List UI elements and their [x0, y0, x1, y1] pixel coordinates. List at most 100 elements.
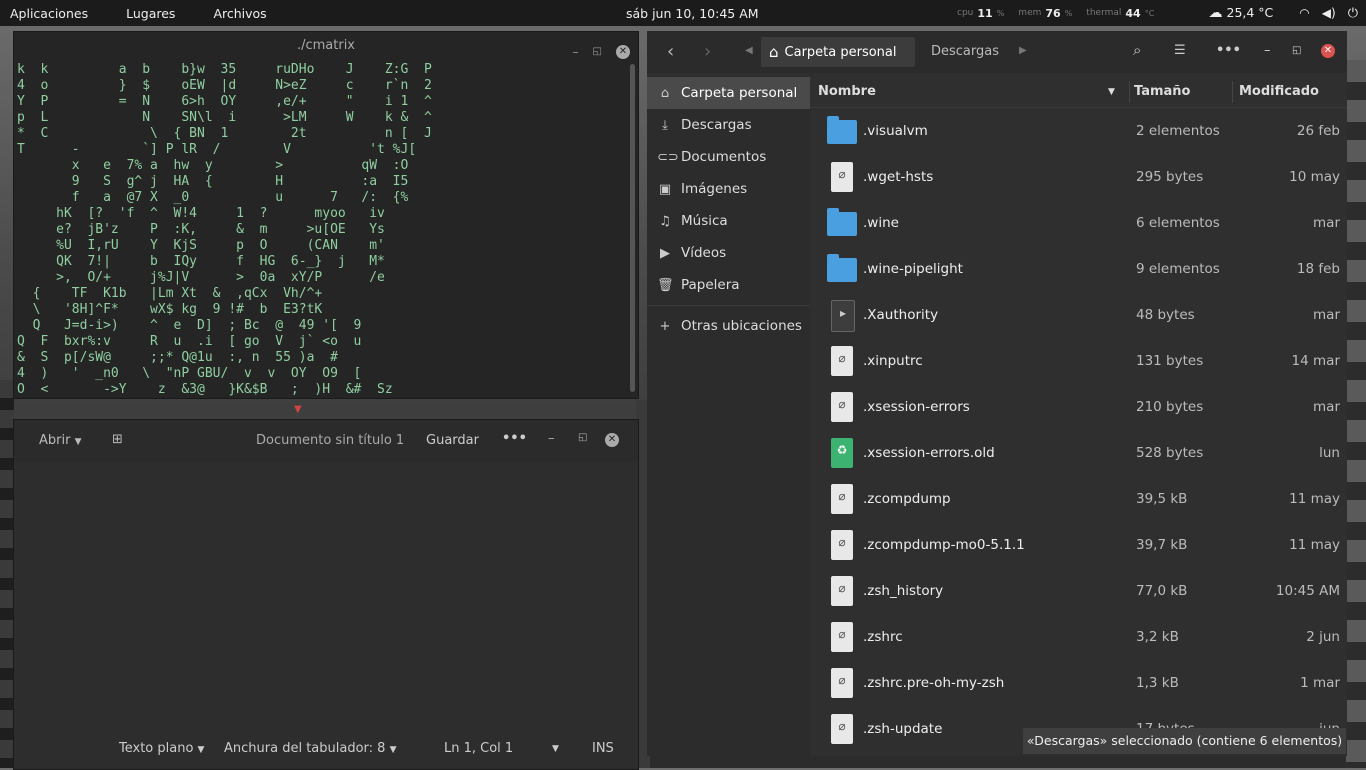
sidebar-item-home[interactable]: ⌂ Carpeta personal [647, 77, 810, 109]
close-button[interactable]: ✕ [616, 45, 630, 59]
file-modified: 10:45 AM [1275, 583, 1340, 599]
file-size: 9 elementos [1136, 261, 1220, 277]
close-button[interactable]: ✕ [605, 433, 619, 447]
forward-button[interactable]: › [704, 41, 711, 62]
tab-width-label: Anchura del tabulador: 8 [224, 741, 386, 756]
column-divider[interactable] [1232, 81, 1233, 103]
breadcrumb-home[interactable]: ⌂ Carpeta personal [761, 37, 915, 67]
pictures-icon: ▣ [658, 181, 672, 197]
terminal-window[interactable]: ./cmatrix – ◱ ✕ k k a b b}w 35 ruDHo J Z… [13, 31, 639, 399]
file-row[interactable]: ▸ .Xauthority 48 bytes mar [811, 292, 1347, 338]
open-button[interactable]: Abrir ▼ [39, 433, 82, 448]
file-modified: 11 may [1289, 537, 1340, 553]
triangle-left-icon[interactable]: ◀ [745, 45, 753, 56]
text-file-icon: ⌀ [831, 714, 853, 744]
file-row[interactable]: ⌀ .zshrc 3,2 kB 2 jun [811, 614, 1347, 660]
status-overlay: «Descargas» seleccionado (contiene 6 ele… [1023, 728, 1346, 754]
file-modified: lun [1319, 445, 1340, 461]
menu-dots-icon[interactable]: ••• [502, 431, 527, 446]
file-row[interactable]: ⌀ .xsession-errors 210 bytes mar [811, 384, 1347, 430]
wifi-icon[interactable]: ◠ [1299, 6, 1309, 20]
terminal-output[interactable]: k k a b b}w 35 ruDHo J Z:G P 4 o } $ oEW… [17, 62, 627, 396]
file-row[interactable]: ⌀ .zshrc.pre-oh-my-zsh 1,3 kB 1 mar [811, 660, 1347, 706]
volume-icon[interactable]: ◀) [1322, 6, 1336, 20]
breadcrumb-downloads[interactable]: Descargas [931, 44, 999, 59]
file-row[interactable]: ⌀ .wget-hsts 295 bytes 10 may [811, 154, 1347, 200]
sidebar-item-music[interactable]: ♫ Música [647, 205, 810, 237]
editor-headerbar[interactable]: Abrir ▼ ⊞ Documento sin título 1 Guardar… [14, 420, 638, 462]
file-manager-window[interactable]: ‹ › ◀ ⌂ Carpeta personal Descargas ▶ ⌕ ☰… [647, 31, 1347, 756]
minimize-button[interactable]: – [548, 431, 555, 446]
tab-width-selector[interactable]: Anchura del tabulador: 8 ▼ [224, 741, 397, 756]
text-file-icon: ⌀ [831, 530, 853, 560]
file-modified: 18 feb [1296, 261, 1340, 277]
sidebar-item-other-locations[interactable]: + Otras ubicaciones [647, 310, 810, 342]
column-modified[interactable]: Modificado [1239, 84, 1319, 99]
file-row[interactable]: ⌀ .zsh_history 77,0 kB 10:45 AM [811, 568, 1347, 614]
mem-label: mem [1018, 8, 1042, 18]
applications-menu[interactable]: Aplicaciones [0, 6, 98, 21]
folder-icon [827, 208, 857, 236]
maximize-button[interactable]: ◱ [578, 432, 587, 443]
insert-mode[interactable]: INS [592, 741, 614, 756]
thermal-unit: °C [1144, 8, 1155, 18]
chevron-down-icon[interactable]: ▼ [552, 744, 559, 754]
sidebar-item-downloads[interactable]: ⤓ Descargas [647, 109, 810, 141]
file-row[interactable]: ⌀ .xinputrc 131 bytes 14 mar [811, 338, 1347, 384]
file-size: 295 bytes [1136, 169, 1204, 185]
sort-down-icon[interactable]: ▼ [1108, 87, 1115, 97]
file-list[interactable]: Nombre ▼ Tamaño Modificado .visualvm 2 el… [811, 77, 1347, 756]
file-modified: mar [1313, 215, 1340, 231]
column-name[interactable]: Nombre [818, 84, 876, 99]
maximize-button[interactable]: ◱ [1292, 45, 1301, 56]
triangle-right-icon[interactable]: ▶ [1019, 45, 1027, 56]
power-icon[interactable]: ⏻ [1348, 6, 1358, 21]
triangle-down-icon: ▼ [294, 404, 302, 415]
sidebar-item-pictures[interactable]: ▣ Imágenes [647, 173, 810, 205]
file-row[interactable]: .wine 6 elementos mar [811, 200, 1347, 246]
file-name: .wget-hsts [863, 169, 934, 185]
folder-icon [827, 254, 857, 282]
text-file-icon: ⌀ [831, 576, 853, 606]
close-button[interactable]: ✕ [1321, 44, 1335, 58]
sidebar-item-trash[interactable]: 🗑 Papelera [647, 269, 810, 301]
text-area[interactable] [14, 462, 638, 729]
top-bar: Aplicaciones Lugares Archivos sáb jun 10… [0, 0, 1366, 26]
back-button[interactable]: ‹ [667, 41, 674, 62]
file-row[interactable]: ⌀ .zcompdump-mo0-5.1.1 39,7 kB 11 may [811, 522, 1347, 568]
videos-icon: ▶ [660, 245, 670, 261]
sidebar-item-videos[interactable]: ▶ Vídeos [647, 237, 810, 269]
download-icon: ⤓ [662, 117, 668, 133]
terminal-scrollbar[interactable] [630, 64, 635, 392]
file-row[interactable]: .wine-pipelight 9 elementos 18 feb [811, 246, 1347, 292]
weather-indicator[interactable]: ☁ 25,4 °C [1209, 5, 1274, 21]
clock[interactable]: sáb jun 10, 10:45 AM [626, 6, 759, 21]
file-rows: .visualvm 2 elementos 26 feb ⌀ .wget-hsts 295… [811, 108, 1347, 752]
files-menu[interactable]: Archivos [203, 6, 276, 21]
sidebar-item-documents[interactable]: ⊂⊃ Documentos [647, 141, 810, 173]
system-monitor[interactable]: cpu 11 % mem 76 % thermal 44 °C [957, 0, 1164, 26]
file-row[interactable]: ⌀ .zcompdump 39,5 kB 11 may [811, 476, 1347, 522]
file-modified: 1 mar [1300, 675, 1340, 691]
minimize-button[interactable]: – [1264, 43, 1271, 58]
syntax-selector[interactable]: Texto plano ▼ [119, 741, 204, 756]
search-icon[interactable]: ⌕ [1133, 41, 1141, 59]
column-divider[interactable] [1129, 81, 1130, 103]
editor-statusbar: Texto plano ▼ Anchura del tabulador: 8 ▼… [14, 729, 638, 769]
cursor-position[interactable]: Ln 1, Col 1 [444, 741, 513, 756]
files-headerbar[interactable]: ‹ › ◀ ⌂ Carpeta personal Descargas ▶ ⌕ ☰… [647, 31, 1347, 73]
file-row[interactable]: .visualvm 2 elementos 26 feb [811, 108, 1347, 154]
places-menu[interactable]: Lugares [116, 6, 185, 21]
file-modified: 10 may [1289, 169, 1340, 185]
text-file-icon: ⌀ [831, 346, 853, 376]
text-file-icon: ⌀ [831, 162, 853, 192]
text-editor-window[interactable]: Abrir ▼ ⊞ Documento sin título 1 Guardar… [13, 419, 639, 770]
menu-dots-icon[interactable]: ••• [1216, 43, 1241, 58]
terminal-titlebar[interactable]: ./cmatrix – ◱ ✕ [14, 32, 638, 60]
save-button[interactable]: Guardar [426, 433, 479, 448]
new-document-icon[interactable]: ⊞ [112, 432, 123, 447]
list-view-icon[interactable]: ☰ [1174, 43, 1186, 58]
file-row[interactable]: ♻ .xsession-errors.old 528 bytes lun [811, 430, 1347, 476]
column-size[interactable]: Tamaño [1134, 84, 1190, 99]
file-size: 528 bytes [1136, 445, 1204, 461]
